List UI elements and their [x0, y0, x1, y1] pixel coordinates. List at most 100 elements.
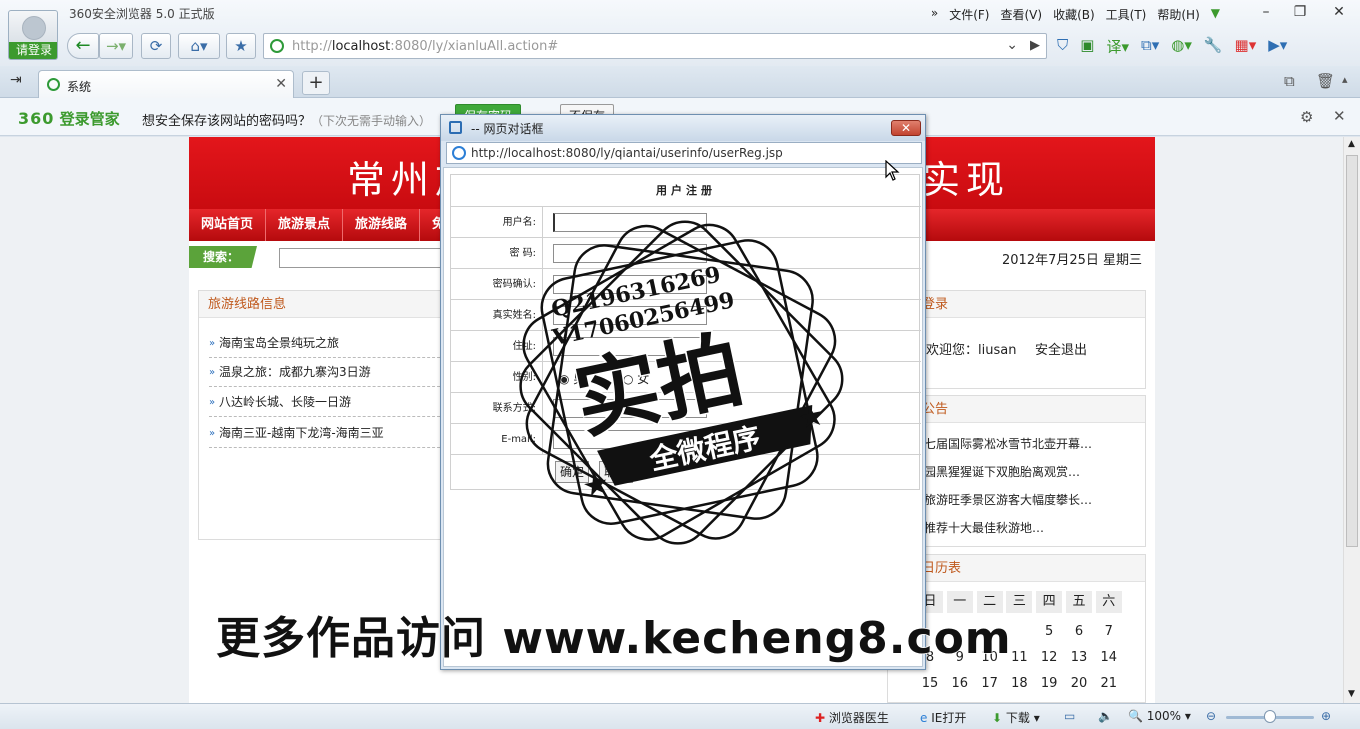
translate-icon[interactable]: 译▾: [1106, 36, 1129, 57]
close-tab-icon[interactable]: ✕: [275, 76, 287, 92]
scroll-down-icon[interactable]: ▼: [1348, 689, 1355, 699]
chevron-up-icon[interactable]: ▴: [1342, 73, 1348, 86]
calendar-day[interactable]: 5: [1036, 624, 1062, 639]
restore-tabs-icon[interactable]: ⧉: [1284, 72, 1295, 90]
cube-icon[interactable]: ▣: [1080, 36, 1094, 57]
chevron-down-icon[interactable]: ⌄: [1006, 37, 1018, 53]
route-info-title: 旅游线路信息: [199, 291, 443, 318]
dialog-title: -- 网页对话框: [471, 122, 544, 136]
calendar-day[interactable]: 20: [1066, 676, 1092, 691]
close-window-button[interactable]: ✕: [1326, 3, 1352, 21]
dialog-url: http://localhost:8080/ly/qiantai/userinf…: [471, 146, 783, 160]
calendar-day[interactable]: 17: [977, 676, 1003, 691]
volume-icon[interactable]: 🔈: [1098, 709, 1113, 723]
page-icon: [270, 39, 284, 53]
forward-button[interactable]: →▾: [99, 33, 133, 59]
back-button[interactable]: ←: [67, 33, 99, 59]
notice-item[interactable]: 园黑猩猩诞下双胞胎离观赏…: [924, 463, 1080, 480]
calendar-day[interactable]: 16: [947, 676, 973, 691]
address-bar[interactable]: http://localhost:8080/ly/xianluAll.actio…: [263, 33, 1047, 59]
menu-file[interactable]: 文件(F): [949, 6, 989, 23]
logout-link[interactable]: 安全退出: [1035, 339, 1087, 358]
screenshot-icon[interactable]: ⧉▾: [1141, 36, 1159, 57]
calendar-day[interactable]: 14: [1096, 650, 1122, 665]
calendar-day[interactable]: 19: [1036, 676, 1062, 691]
menu-expand-icon[interactable]: »: [931, 6, 938, 23]
restore-button[interactable]: ❐: [1287, 3, 1313, 21]
nav-attractions[interactable]: 旅游景点: [266, 209, 344, 241]
menu-view[interactable]: 查看(V): [1000, 6, 1042, 23]
calendar-day[interactable]: 21: [1096, 676, 1122, 691]
status-bar: ✚ 浏览器医生 e IE打开 ⬇ 下载 ▾ ▭ 🔈 🔍 100% ▾ ⊖ ⊕: [0, 703, 1360, 729]
notice-panel-title: 公告: [888, 396, 1145, 423]
calendar-weekday: 四: [1036, 591, 1063, 613]
window-icon[interactable]: ▭: [1064, 709, 1075, 723]
route-info-panel: 旅游线路信息 海南宝岛全景纯玩之旅 温泉之旅：成都九寨沟3日游 八达岭长城、长陵…: [198, 290, 445, 540]
first-aid-icon: ✚: [815, 711, 826, 725]
notice-item[interactable]: 七届国际雾凇冰雪节北壶开幕…: [924, 435, 1092, 452]
dialog-titlebar: -- 网页对话框 ✕: [441, 115, 925, 141]
gear-icon[interactable]: ⚙: [1300, 108, 1313, 126]
calendar-day[interactable]: 7: [1096, 624, 1122, 639]
menu-help[interactable]: 帮助(H): [1157, 6, 1199, 23]
zoom-in-icon[interactable]: ⊕: [1321, 709, 1331, 723]
wrench-icon[interactable]: 🔧: [1204, 36, 1223, 57]
ie-icon: [452, 146, 466, 160]
notice-item[interactable]: 推荐十大最佳秋游地…: [924, 519, 1044, 536]
calendar-day[interactable]: 13: [1066, 650, 1092, 665]
route-item[interactable]: 海南宝岛全景纯玩之旅: [209, 329, 445, 358]
minimize-button[interactable]: –: [1253, 3, 1279, 21]
calendar-day[interactable]: 12: [1036, 650, 1062, 665]
tab-label: 系统: [67, 80, 92, 94]
calendar-day[interactable]: 6: [1066, 624, 1092, 639]
zoom-icon: 🔍: [1128, 709, 1143, 723]
apps-icon[interactable]: ▦▾: [1235, 36, 1257, 57]
scrollbar-thumb[interactable]: [1346, 155, 1358, 547]
welcome-text: 欢迎您：liusan: [926, 343, 1017, 358]
zoom-out-icon[interactable]: ⊖: [1206, 709, 1216, 723]
mouse-cursor-icon: [885, 160, 900, 181]
search-input[interactable]: [279, 248, 459, 268]
shield-icon[interactable]: ⛉: [1057, 36, 1068, 57]
trash-icon[interactable]: 🗑: [1316, 72, 1335, 90]
calendar-day[interactable]: 18: [1006, 676, 1032, 691]
new-tab-button[interactable]: +: [302, 71, 330, 95]
calendar-weekday: 五: [1066, 591, 1092, 613]
refresh-button[interactable]: ⟳: [141, 33, 171, 59]
zoom-control[interactable]: 🔍 100% ▾: [1128, 709, 1191, 723]
ie-open[interactable]: e IE打开: [920, 709, 966, 726]
nav-routes[interactable]: 旅游线路: [343, 209, 421, 241]
globe-icon[interactable]: ◍▾: [1171, 36, 1192, 57]
arrow-left-icon: ←: [75, 35, 91, 56]
menu-favorites[interactable]: 收藏(B): [1053, 6, 1095, 23]
nav-home[interactable]: 网站首页: [189, 209, 267, 241]
notice-item[interactable]: 旅游旺季景区游客大幅度攀长…: [924, 491, 1092, 508]
scroll-up-icon[interactable]: ▲: [1348, 139, 1355, 149]
browser-doctor[interactable]: ✚ 浏览器医生: [815, 709, 889, 726]
route-item[interactable]: 海南三亚-越南下龙湾-海南三亚: [209, 419, 445, 448]
address-text[interactable]: http://localhost:8080/ly/xianluAll.actio…: [292, 39, 558, 54]
watermark-site: 更多作品访问 www.kecheng8.com: [215, 612, 1012, 665]
user-avatar[interactable]: 请登录: [8, 10, 58, 60]
login-label[interactable]: 请登录: [9, 42, 57, 59]
calendar-weekday: 六: [1095, 591, 1122, 613]
route-item[interactable]: 温泉之旅：成都九寨沟3日游: [209, 358, 445, 387]
go-icon[interactable]: ▶: [1030, 38, 1040, 53]
dialog-close-button[interactable]: ✕: [891, 120, 921, 136]
route-item[interactable]: 八达岭长城、长陵一日游: [209, 388, 445, 417]
menu-tools[interactable]: 工具(T): [1106, 6, 1147, 23]
shirt-icon[interactable]: ▼: [1211, 6, 1220, 23]
close-icon[interactable]: ✕: [1333, 107, 1346, 125]
sidebar-toggle-icon[interactable]: ⇥: [10, 72, 22, 88]
zoom-slider-handle[interactable]: [1264, 710, 1276, 723]
page-icon: [47, 78, 60, 91]
star-icon: ★: [581, 468, 611, 502]
vertical-scrollbar[interactable]: ▲ ▼: [1343, 137, 1360, 703]
download-button[interactable]: ⬇ 下载 ▾: [992, 709, 1040, 726]
favorite-button[interactable]: ★: [226, 33, 256, 59]
ie-icon: [449, 121, 462, 134]
tab-system[interactable]: 系统 ✕: [38, 70, 294, 98]
media-icon[interactable]: ▶▾: [1268, 36, 1287, 57]
calendar-day[interactable]: 15: [917, 676, 943, 691]
home-button[interactable]: ⌂▾: [178, 33, 220, 59]
